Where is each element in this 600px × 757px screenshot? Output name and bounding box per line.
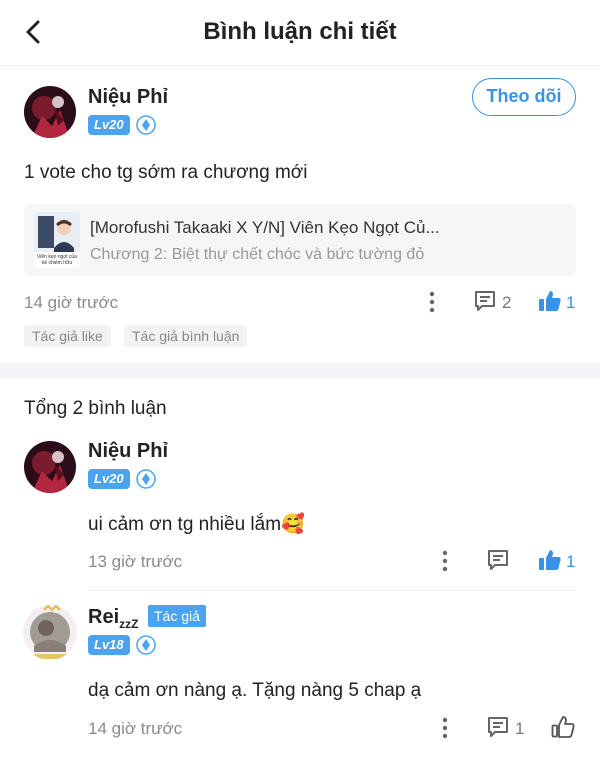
- reply-divider: [88, 590, 576, 591]
- more-options-icon[interactable]: [426, 290, 438, 319]
- tag-author-comment: Tác giả bình luận: [124, 325, 248, 347]
- like-count: 1: [566, 293, 576, 312]
- level-badge: Lv20: [88, 115, 130, 135]
- more-options-icon[interactable]: [439, 716, 451, 745]
- reply-count: 1: [515, 719, 525, 738]
- avatar[interactable]: [24, 441, 76, 493]
- comment-text: 1 vote cho tg sớm ra chương mới: [24, 162, 308, 183]
- story-cover-caption: Viên kẹo ngọt của kẻ chiếm hữu: [37, 254, 77, 266]
- timestamp: 14 giờ trước: [88, 719, 183, 738]
- author-badge: Tác giả: [148, 605, 206, 627]
- timestamp: 14 giờ trước: [24, 293, 119, 312]
- story-title: [Morofushi Takaaki X Y/N] Viên Kẹo Ngọt …: [90, 218, 440, 237]
- story-cover-image: Viên kẹo ngọt của kẻ chiếm hữu: [34, 212, 80, 268]
- user-name[interactable]: ReizzZ: [88, 606, 138, 631]
- name-suffix: zzZ: [119, 617, 139, 631]
- story-chapter: Chương 2: Biệt thự chết chóc và bức tườn…: [90, 246, 425, 263]
- comment-icon[interactable]: [486, 548, 510, 577]
- comment-icon[interactable]: [486, 715, 510, 744]
- level-badge: Lv18: [88, 635, 130, 655]
- avatar[interactable]: [24, 86, 76, 138]
- verified-icon: [136, 635, 156, 655]
- story-card[interactable]: Viên kẹo ngọt của kẻ chiếm hữu [Morofush…: [24, 204, 576, 276]
- verified-icon: [136, 115, 156, 135]
- user-name[interactable]: Niệu Phỉ: [88, 440, 168, 463]
- reply-text: dạ cảm ơn nàng ạ. Tặng nàng 5 chap ạ: [88, 680, 422, 701]
- user-name[interactable]: Niệu Phỉ: [88, 86, 168, 109]
- thumbs-up-outline-icon[interactable]: [550, 714, 576, 745]
- timestamp: 13 giờ trước: [88, 552, 183, 571]
- reply-total: Tổng 2 bình luận: [24, 398, 167, 419]
- comment-icon[interactable]: [473, 289, 497, 318]
- avatar[interactable]: [22, 604, 78, 660]
- page-title: Bình luận chi tiết: [203, 18, 397, 45]
- reply-count: 2: [502, 293, 512, 312]
- top-bar: Bình luận chi tiết: [0, 0, 600, 66]
- like-count: 1: [566, 552, 576, 571]
- thumbs-up-icon[interactable]: [537, 547, 563, 578]
- reply-text: ui cảm ơn tg nhiều lắm🥰: [88, 514, 305, 535]
- tag-author-like: Tác giả like: [24, 325, 111, 347]
- thumbs-up-icon[interactable]: [537, 288, 563, 319]
- verified-icon: [136, 469, 156, 489]
- level-badge: Lv20: [88, 469, 130, 489]
- more-options-icon[interactable]: [439, 549, 451, 578]
- follow-button[interactable]: Theo dõi: [472, 78, 576, 116]
- section-divider: [0, 362, 600, 378]
